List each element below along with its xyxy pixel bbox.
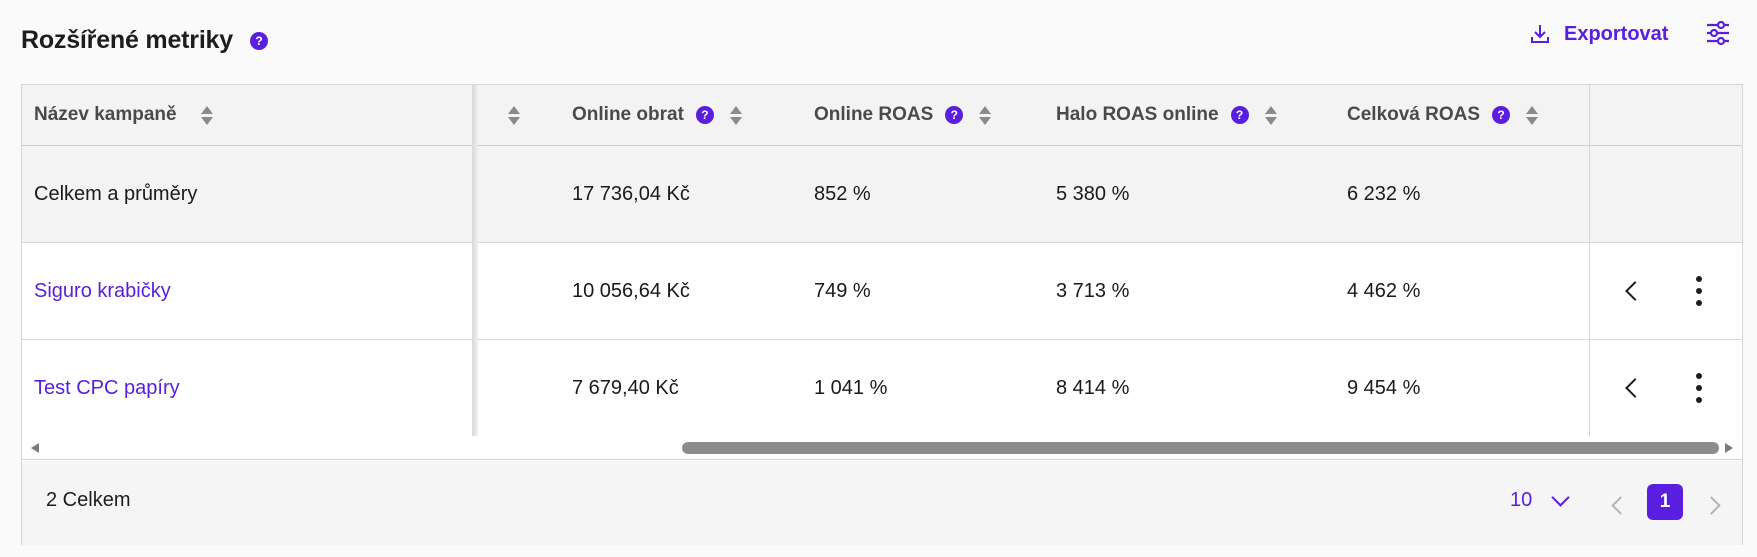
cell-name: Celkem a průměry: [34, 182, 198, 205]
column-header-hidden[interactable]: [484, 85, 520, 145]
cell-halo-roas: 5 380 %: [1056, 182, 1130, 205]
table-row: Test CPC papíry 7 679,40 Kč 1 041 % 8 41…: [22, 340, 1742, 436]
help-icon[interactable]: ?: [250, 32, 268, 50]
cell-halo-roas: 8 414 %: [1056, 376, 1130, 399]
sort-icon[interactable]: [200, 105, 213, 125]
table-row-total: Celkem a průměry 17 736,04 Kč 852 % 5 38…: [22, 146, 1742, 243]
help-icon[interactable]: ?: [1492, 106, 1511, 124]
cell-online-obrat: 10 056,64 Kč: [572, 279, 690, 302]
export-button[interactable]: Exportovat: [1530, 20, 1668, 48]
column-header-nazev[interactable]: Název kampaně: [34, 85, 213, 145]
help-icon[interactable]: ?: [695, 106, 714, 124]
sort-icon[interactable]: [1526, 105, 1539, 125]
more-actions-icon[interactable]: [1696, 276, 1702, 306]
help-icon[interactable]: ?: [945, 106, 964, 124]
campaign-link[interactable]: Test CPC papíry: [34, 340, 180, 436]
total-count: 2 Celkem: [46, 489, 131, 511]
table-footer: 2 Celkem 10 1: [22, 461, 1742, 545]
page-button-current[interactable]: 1: [1647, 484, 1683, 520]
sort-icon[interactable]: [729, 105, 742, 125]
page-header: Rozšířené metriky ? Exportovat: [0, 0, 1757, 84]
sliders-icon[interactable]: [1705, 20, 1731, 46]
campaign-link[interactable]: Siguro krabičky: [34, 243, 171, 339]
scroll-left-icon[interactable]: [31, 443, 39, 453]
chevron-down-icon: [1551, 488, 1570, 507]
chevron-left-icon[interactable]: [1625, 378, 1645, 398]
metrics-table: Název kampaně Online obrat ? Online ROAS…: [21, 84, 1743, 545]
sort-icon[interactable]: [979, 105, 992, 125]
horizontal-scrollbar[interactable]: [22, 436, 1742, 460]
sticky-column-divider: [472, 85, 478, 436]
download-icon: [1531, 25, 1549, 43]
scrollbar-thumb[interactable]: [682, 442, 1719, 454]
table-row: Siguro krabičky 10 056,64 Kč 749 % 3 713…: [22, 243, 1742, 340]
sort-icon[interactable]: [508, 105, 520, 125]
column-header-celkova-roas[interactable]: Celková ROAS ?: [1347, 85, 1539, 145]
chevron-left-icon[interactable]: [1625, 281, 1645, 301]
next-page-icon[interactable]: [1702, 496, 1721, 515]
cell-celkova-roas: 4 462 %: [1347, 279, 1421, 302]
page-title: Rozšířené metriky: [21, 26, 233, 54]
cell-online-roas: 1 041 %: [814, 376, 888, 399]
column-header-halo-roas[interactable]: Halo ROAS online ?: [1056, 85, 1277, 145]
prev-page-icon[interactable]: [1611, 496, 1630, 515]
cell-celkova-roas: 6 232 %: [1347, 182, 1421, 205]
cell-halo-roas: 3 713 %: [1056, 279, 1130, 302]
column-header-online-obrat[interactable]: Online obrat ?: [572, 85, 742, 145]
help-icon[interactable]: ?: [1230, 106, 1249, 124]
export-label: Exportovat: [1564, 22, 1669, 45]
table-header: Název kampaně Online obrat ? Online ROAS…: [22, 85, 1742, 146]
cell-celkova-roas: 9 454 %: [1347, 376, 1421, 399]
page-size-select[interactable]: 10: [1510, 488, 1570, 512]
cell-online-obrat: 17 736,04 Kč: [572, 182, 690, 205]
page-size-value: 10: [1510, 489, 1533, 511]
cell-online-roas: 749 %: [814, 279, 871, 302]
cell-online-roas: 852 %: [814, 182, 871, 205]
column-header-online-roas[interactable]: Online ROAS ?: [814, 85, 992, 145]
actions-column-divider: [1589, 85, 1590, 436]
scroll-right-icon[interactable]: [1725, 443, 1733, 453]
more-actions-icon[interactable]: [1696, 373, 1702, 403]
sort-icon[interactable]: [1264, 105, 1277, 125]
cell-online-obrat: 7 679,40 Kč: [572, 376, 679, 399]
